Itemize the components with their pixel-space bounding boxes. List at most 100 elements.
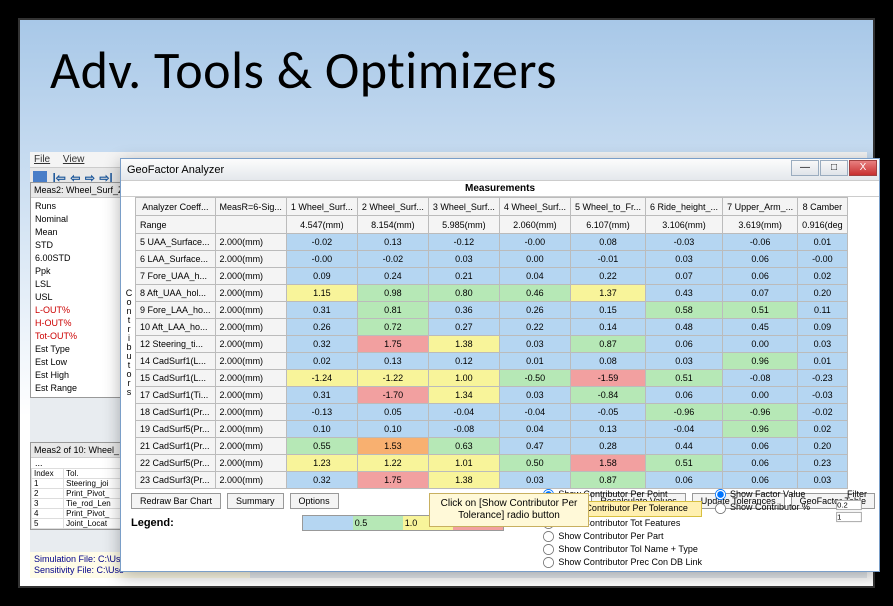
- row-header[interactable]: 9 Fore_LAA_ho...: [136, 302, 216, 319]
- row-header[interactable]: 14 CadSurf1(L...: [136, 353, 216, 370]
- data-cell[interactable]: -0.04: [428, 404, 499, 421]
- data-cell[interactable]: 0.05: [357, 404, 428, 421]
- contributor-radio[interactable]: Show Contributor Tol Name + Type: [542, 543, 702, 556]
- data-cell[interactable]: 0.87: [570, 336, 645, 353]
- data-cell[interactable]: 0.03: [646, 353, 723, 370]
- data-cell[interactable]: 0.45: [723, 319, 798, 336]
- data-cell[interactable]: 0.06: [723, 472, 798, 489]
- data-cell[interactable]: 1.38: [428, 336, 499, 353]
- row-header[interactable]: 8 Aft_UAA_hol...: [136, 285, 216, 302]
- data-cell[interactable]: 1.22: [357, 455, 428, 472]
- data-cell[interactable]: 0.03: [428, 251, 499, 268]
- data-cell[interactable]: 0.03: [798, 472, 848, 489]
- data-cell[interactable]: -0.84: [570, 387, 645, 404]
- data-cell[interactable]: 0.51: [646, 370, 723, 387]
- data-cell[interactable]: -1.70: [357, 387, 428, 404]
- data-cell[interactable]: 0.03: [499, 387, 570, 404]
- data-cell[interactable]: -0.50: [499, 370, 570, 387]
- data-cell[interactable]: -1.22: [357, 370, 428, 387]
- filter-input-1[interactable]: [836, 499, 862, 509]
- window-maximize-button[interactable]: □: [820, 160, 848, 176]
- row-header[interactable]: 12 Steering_ti...: [136, 336, 216, 353]
- data-cell[interactable]: 0.06: [646, 472, 723, 489]
- data-cell[interactable]: 0.44: [646, 438, 723, 455]
- data-cell[interactable]: 0.22: [570, 268, 645, 285]
- column-header[interactable]: 2 Wheel_Surf...: [357, 198, 428, 216]
- redraw-bar-chart-button[interactable]: Redraw Bar Chart: [131, 493, 221, 509]
- data-cell[interactable]: 0.00: [499, 251, 570, 268]
- data-cell[interactable]: 0.36: [428, 302, 499, 319]
- data-cell[interactable]: 0.03: [499, 336, 570, 353]
- data-cell[interactable]: 0.51: [646, 455, 723, 472]
- menu-view[interactable]: View: [63, 154, 85, 165]
- data-cell[interactable]: -0.02: [798, 404, 848, 421]
- data-cell[interactable]: 0.81: [357, 302, 428, 319]
- data-cell[interactable]: 0.15: [570, 302, 645, 319]
- data-cell[interactable]: 1.00: [428, 370, 499, 387]
- data-cell[interactable]: 0.63: [428, 438, 499, 455]
- column-header[interactable]: Analyzer Coeff...: [136, 198, 216, 216]
- column-header[interactable]: 4 Wheel_Surf...: [499, 198, 570, 216]
- data-cell[interactable]: 0.04: [499, 268, 570, 285]
- data-cell[interactable]: 0.03: [646, 251, 723, 268]
- data-cell[interactable]: -0.08: [428, 421, 499, 438]
- data-cell[interactable]: 1.75: [357, 336, 428, 353]
- options-button[interactable]: Options: [290, 493, 339, 509]
- data-cell[interactable]: -0.03: [646, 234, 723, 251]
- summary-button[interactable]: Summary: [227, 493, 284, 509]
- row-header[interactable]: 22 CadSurf5(Pr...: [136, 455, 216, 472]
- data-cell[interactable]: -0.12: [428, 234, 499, 251]
- data-cell[interactable]: 0.00: [723, 336, 798, 353]
- row-header[interactable]: 7 Fore_UAA_h...: [136, 268, 216, 285]
- data-cell[interactable]: 0.02: [286, 353, 357, 370]
- data-cell[interactable]: 0.01: [499, 353, 570, 370]
- data-cell[interactable]: 0.10: [286, 421, 357, 438]
- data-cell[interactable]: 0.31: [286, 387, 357, 404]
- data-cell[interactable]: 0.51: [723, 302, 798, 319]
- data-cell[interactable]: -0.00: [499, 234, 570, 251]
- data-cell[interactable]: 0.06: [723, 268, 798, 285]
- column-header[interactable]: MeasR=6-Sig...: [215, 198, 286, 216]
- data-cell[interactable]: 0.12: [428, 353, 499, 370]
- data-cell[interactable]: 0.07: [646, 268, 723, 285]
- row-header[interactable]: 15 CadSurf1(L...: [136, 370, 216, 387]
- row-header[interactable]: 10 Aft_LAA_ho...: [136, 319, 216, 336]
- contributor-radio[interactable]: Show Contributor Per Part: [542, 530, 702, 543]
- data-cell[interactable]: -0.08: [723, 370, 798, 387]
- data-cell[interactable]: 0.26: [286, 319, 357, 336]
- data-cell[interactable]: 0.58: [646, 302, 723, 319]
- data-cell[interactable]: -0.06: [723, 234, 798, 251]
- data-cell[interactable]: 1.15: [286, 285, 357, 302]
- data-cell[interactable]: -1.59: [570, 370, 645, 387]
- data-cell[interactable]: -1.24: [286, 370, 357, 387]
- data-cell[interactable]: 0.26: [499, 302, 570, 319]
- column-header[interactable]: 6 Ride_height_...: [646, 198, 723, 216]
- data-cell[interactable]: 0.07: [723, 285, 798, 302]
- data-cell[interactable]: 0.27: [428, 319, 499, 336]
- data-cell[interactable]: 0.47: [499, 438, 570, 455]
- data-cell[interactable]: 1.34: [428, 387, 499, 404]
- data-cell[interactable]: 0.06: [646, 336, 723, 353]
- window-close-button[interactable]: X: [849, 160, 877, 176]
- data-cell[interactable]: 1.38: [428, 472, 499, 489]
- data-cell[interactable]: 0.13: [357, 353, 428, 370]
- data-cell[interactable]: 0.06: [723, 251, 798, 268]
- data-cell[interactable]: 0.46: [499, 285, 570, 302]
- data-cell[interactable]: 0.01: [798, 234, 848, 251]
- dialog-titlebar[interactable]: GeoFactor Analyzer — □ X: [121, 159, 879, 181]
- column-header[interactable]: 8 Camber: [798, 198, 848, 216]
- data-cell[interactable]: 1.75: [357, 472, 428, 489]
- data-cell[interactable]: 0.06: [723, 455, 798, 472]
- data-cell[interactable]: 0.00: [723, 387, 798, 404]
- data-cell[interactable]: 0.01: [798, 353, 848, 370]
- data-cell[interactable]: 0.32: [286, 336, 357, 353]
- data-cell[interactable]: 0.98: [357, 285, 428, 302]
- data-cell[interactable]: 0.08: [570, 353, 645, 370]
- data-cell[interactable]: 1.53: [357, 438, 428, 455]
- data-cell[interactable]: -0.96: [723, 404, 798, 421]
- data-cell[interactable]: -0.04: [646, 421, 723, 438]
- data-cell[interactable]: 0.96: [723, 353, 798, 370]
- column-header[interactable]: 1 Wheel_Surf...: [286, 198, 357, 216]
- data-cell[interactable]: 0.72: [357, 319, 428, 336]
- data-cell[interactable]: -0.04: [499, 404, 570, 421]
